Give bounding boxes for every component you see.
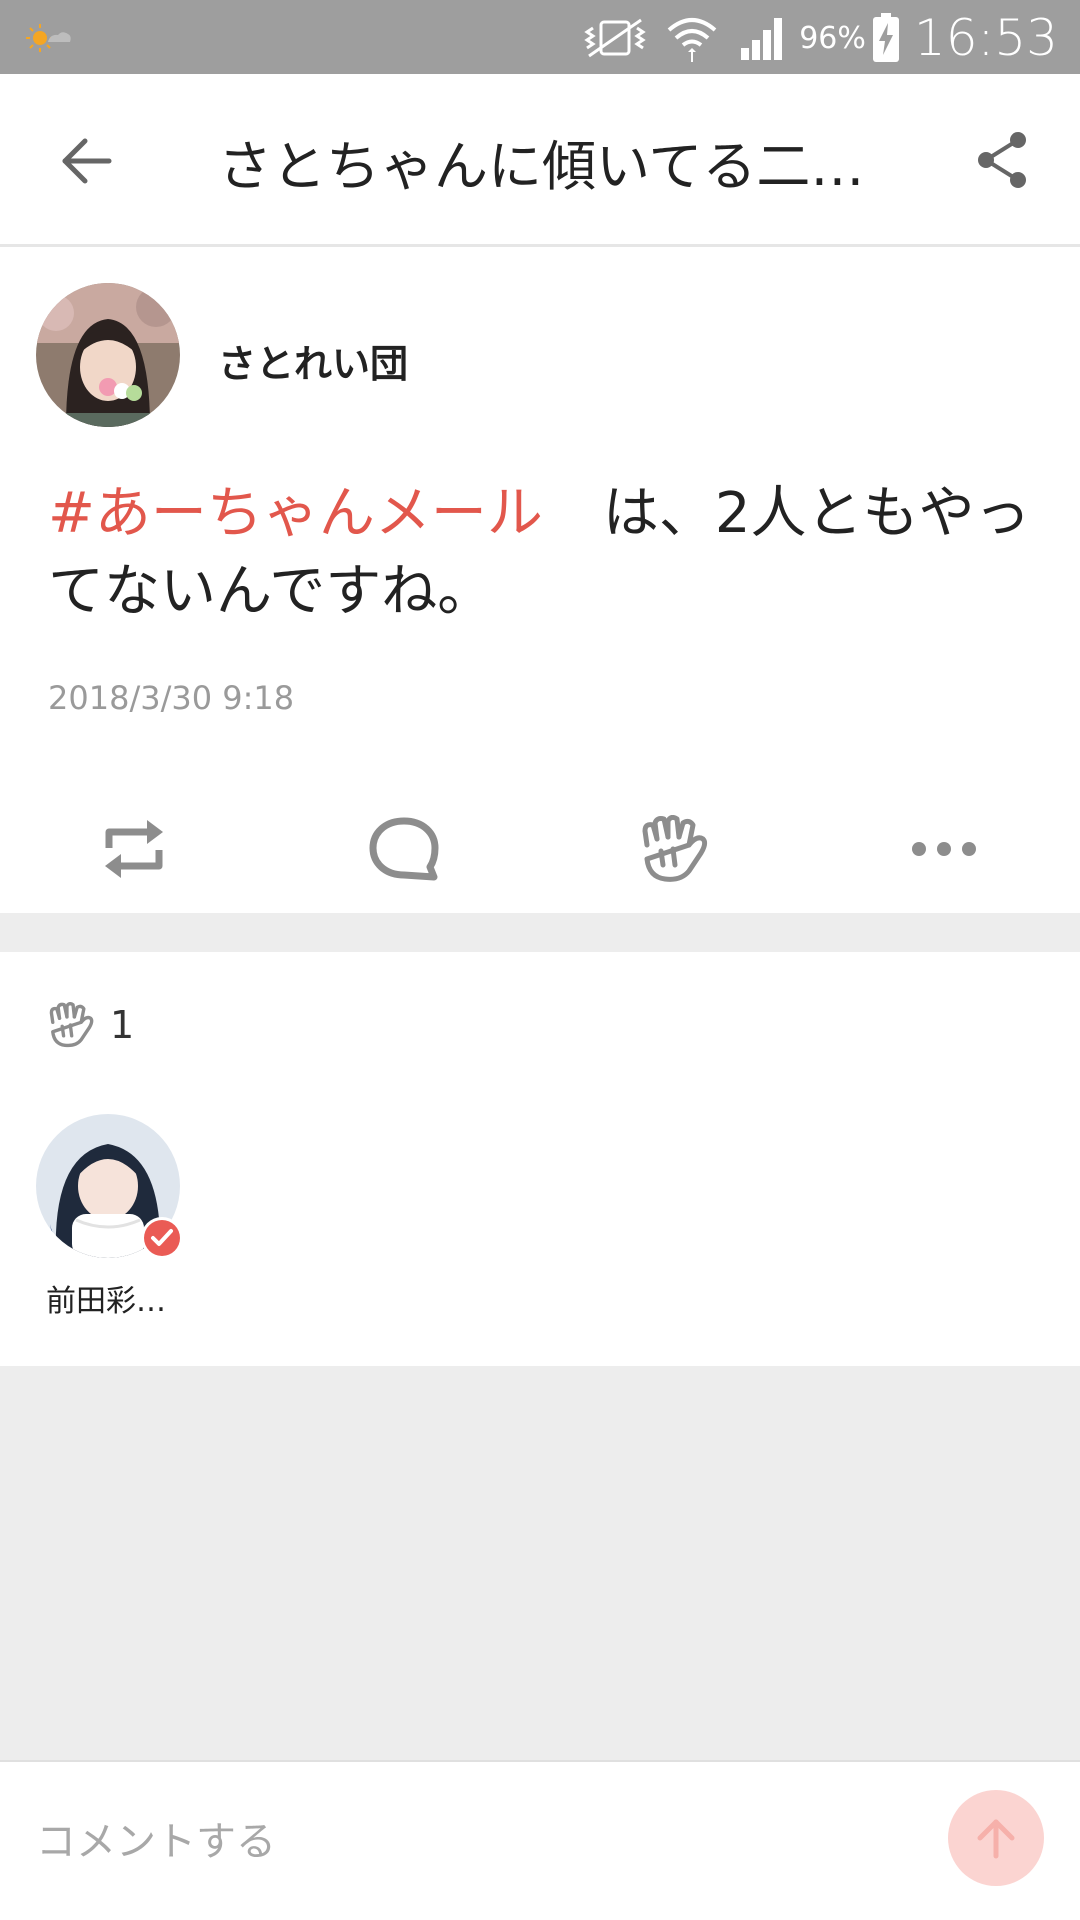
clap-icon (49, 1002, 94, 1048)
verified-badge-icon (141, 1217, 183, 1259)
battery-percent: 96% (799, 20, 866, 56)
weather-icon (26, 22, 72, 56)
post-body: #あーちゃんメール は、2人ともやってないんですね。 (48, 475, 1038, 631)
comment-input[interactable] (36, 1812, 896, 1872)
likes-summary[interactable]: 1 (46, 1002, 134, 1048)
repost-button[interactable] (84, 799, 184, 899)
vibrate-off-icon (579, 16, 651, 60)
author-avatar[interactable] (36, 283, 180, 427)
share-button[interactable] (964, 122, 1040, 198)
comment-icon (369, 817, 439, 881)
battery-charging-icon (872, 13, 900, 63)
post-card: さとれい団 #あーちゃんメール は、2人ともやってないんですね。 2018/3/3… (0, 247, 1080, 913)
wifi-icon (665, 12, 719, 64)
comment-bar (0, 1760, 1080, 1920)
page-title: さとちゃんに傾いてる二… (218, 135, 865, 198)
back-button[interactable] (52, 126, 122, 196)
comment-button[interactable] (354, 799, 454, 899)
liker-avatar[interactable] (36, 1114, 183, 1259)
arrow-left-icon (62, 138, 112, 184)
arrow-up-icon (977, 1819, 1015, 1859)
author-name[interactable]: さとれい団 (218, 333, 408, 388)
liker-name: 前田彩… (46, 1284, 166, 1319)
more-icon (912, 842, 976, 856)
status-bar: 96% 16:53 (0, 0, 1080, 74)
likes-card: 1 前田彩… (0, 952, 1080, 1366)
screen: 96% 16:53 さとちゃんに傾いてる二… さとれい団 #あーちゃんメール は… (0, 0, 1080, 1920)
app-header: さとちゃんに傾いてる二… (0, 74, 1080, 247)
send-button[interactable] (948, 1790, 1044, 1886)
more-button[interactable] (894, 799, 994, 899)
share-icon (978, 132, 1026, 188)
clock: 16:53 (913, 9, 1058, 67)
repost-icon (105, 820, 163, 878)
action-bar (0, 799, 1080, 899)
clap-button[interactable] (624, 799, 724, 899)
signal-icon (739, 14, 789, 62)
hashtag-link[interactable]: #あーちゃんメール (48, 481, 543, 546)
clap-icon (642, 815, 708, 882)
post-timestamp: 2018/3/30 9:18 (48, 679, 295, 717)
likes-count: 1 (110, 1003, 135, 1047)
liker-item[interactable]: 前田彩… (36, 1114, 183, 1320)
